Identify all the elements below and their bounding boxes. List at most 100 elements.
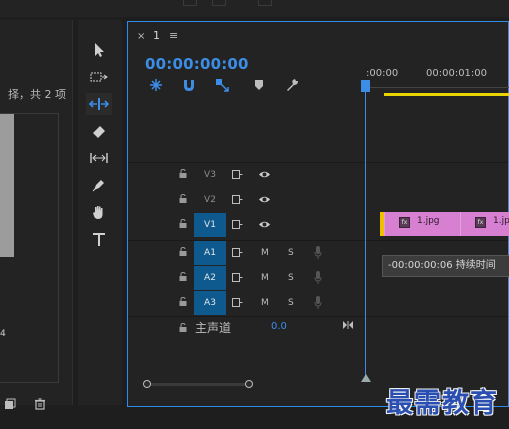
eye-icon: [259, 196, 270, 203]
scrollbar-right-handle[interactable]: [245, 380, 253, 388]
track-a3: A3 M S: [128, 291, 508, 315]
track-v2: V2: [128, 188, 508, 212]
selection-count-text: 择，共 2 项: [8, 88, 66, 101]
clip-thumbnail[interactable]: [0, 114, 14, 257]
project-panel: 择，共 2 项 4: [0, 20, 73, 410]
sequence-tab[interactable]: 1: [153, 29, 160, 42]
master-track-label: 主声道: [195, 321, 232, 335]
playhead-handle[interactable]: [361, 80, 370, 92]
link-icon: [216, 79, 229, 92]
solo-button[interactable]: S: [288, 266, 294, 290]
slip-icon: [90, 153, 108, 163]
duration-tooltip: -00:00:00:06 持续时间: [382, 255, 509, 277]
microphone-icon: [314, 296, 322, 309]
lock-icon: [179, 247, 187, 256]
selection-tool[interactable]: [86, 39, 112, 61]
ripple-edit-tool[interactable]: [86, 93, 112, 115]
lock-icon: [179, 272, 187, 281]
track-v3: V3: [128, 163, 508, 187]
track-name-v1[interactable]: V1: [194, 213, 226, 237]
linked-selection-toggle[interactable]: [215, 78, 229, 92]
scrollbar-track[interactable]: [147, 383, 247, 386]
arrow-icon: [95, 43, 104, 57]
sync-lock-icon: [232, 273, 243, 282]
go-to-edit-point-icon[interactable]: [342, 320, 354, 333]
sync-lock-icon: [232, 170, 243, 179]
scrollbar-left-handle[interactable]: [143, 380, 151, 388]
wrench-icon: [287, 79, 298, 91]
thumbnail-number: 4: [0, 329, 6, 339]
menu-icon-ghost: [258, 0, 272, 6]
mute-button[interactable]: M: [261, 291, 269, 315]
tools-panel: [78, 20, 122, 405]
eye-icon: [259, 171, 270, 178]
menu-icon-ghost: [212, 0, 226, 6]
clip-name: 1.jpg: [493, 216, 509, 226]
video-clip[interactable]: fx 1.jpg: [460, 212, 509, 236]
track-select-tool[interactable]: [86, 66, 112, 88]
new-item-icon[interactable]: [4, 398, 16, 410]
track-name-a3[interactable]: A3: [194, 291, 226, 315]
master-volume-value[interactable]: 0.0: [271, 321, 287, 332]
track-name-a2[interactable]: A2: [194, 266, 226, 290]
solo-button[interactable]: S: [288, 291, 294, 315]
tab-close-button[interactable]: ×: [137, 31, 145, 42]
mute-button[interactable]: M: [261, 241, 269, 265]
lock-icon: [179, 297, 187, 306]
track-select-icon: [90, 72, 108, 82]
playhead-end-marker: [361, 374, 371, 382]
track-name-v2[interactable]: V2: [194, 188, 226, 212]
video-clip[interactable]: fx 1.jpg: [384, 212, 461, 236]
sync-lock-icon: [232, 195, 243, 204]
time-ruler[interactable]: [365, 87, 509, 88]
razor-icon: [93, 126, 105, 138]
track-name-v3[interactable]: V3: [194, 163, 226, 187]
sync-lock-icon: [232, 248, 243, 257]
menu-icon-ghost: [183, 0, 197, 6]
marker-icon: [255, 80, 263, 90]
lock-icon: [179, 169, 187, 178]
ruler-label-start: :00:00: [366, 68, 399, 79]
zoom-scrollbar[interactable]: [143, 380, 253, 388]
lock-icon: [179, 194, 187, 203]
hand-icon: [93, 206, 103, 219]
lock-icon[interactable]: [179, 323, 187, 332]
pen-icon: [92, 180, 104, 192]
ruler-label-1s: 00:00:01:00: [426, 68, 488, 79]
fx-badge: fx: [475, 217, 486, 228]
slip-tool[interactable]: [86, 147, 112, 169]
thumbnail-frame[interactable]: 4: [0, 113, 59, 383]
playhead-timecode[interactable]: 00:00:00:00: [145, 55, 249, 73]
trash-icon[interactable]: [34, 398, 46, 410]
fx-badge: fx: [399, 217, 410, 228]
mute-button[interactable]: M: [261, 266, 269, 290]
razor-tool[interactable]: [86, 120, 112, 142]
ripple-edit-icon: [89, 98, 109, 110]
top-strip: [0, 0, 509, 17]
track-name-a1[interactable]: A1: [194, 241, 226, 265]
work-area-bar[interactable]: [384, 93, 509, 96]
solo-button[interactable]: S: [288, 241, 294, 265]
playhead-line[interactable]: [365, 82, 366, 378]
add-marker-button[interactable]: [252, 78, 266, 92]
microphone-icon: [314, 246, 322, 259]
nest-icon: [150, 79, 162, 91]
type-icon: [93, 233, 105, 246]
hand-tool[interactable]: [86, 201, 112, 223]
snap-toggle[interactable]: [182, 78, 196, 92]
timeline-settings-button[interactable]: [285, 78, 299, 92]
watermark-logo: 最需教育: [386, 388, 498, 419]
clip-name: 1.jpg: [417, 216, 440, 226]
sync-lock-icon: [232, 220, 243, 229]
eye-icon: [259, 221, 270, 228]
sync-lock-icon: [232, 298, 243, 307]
pen-tool[interactable]: [86, 174, 112, 196]
type-tool[interactable]: [86, 228, 112, 250]
track-divider: [128, 316, 508, 317]
timeline-panel: × 1 ≡ 00:00:00:00 :00:00 00:00:01:00 V3 …: [127, 21, 509, 407]
insert-nest-toggle[interactable]: [149, 78, 163, 92]
microphone-icon: [314, 271, 322, 284]
magnet-icon: [184, 80, 194, 91]
lock-icon: [179, 219, 187, 228]
tab-menu-button[interactable]: ≡: [169, 29, 178, 42]
